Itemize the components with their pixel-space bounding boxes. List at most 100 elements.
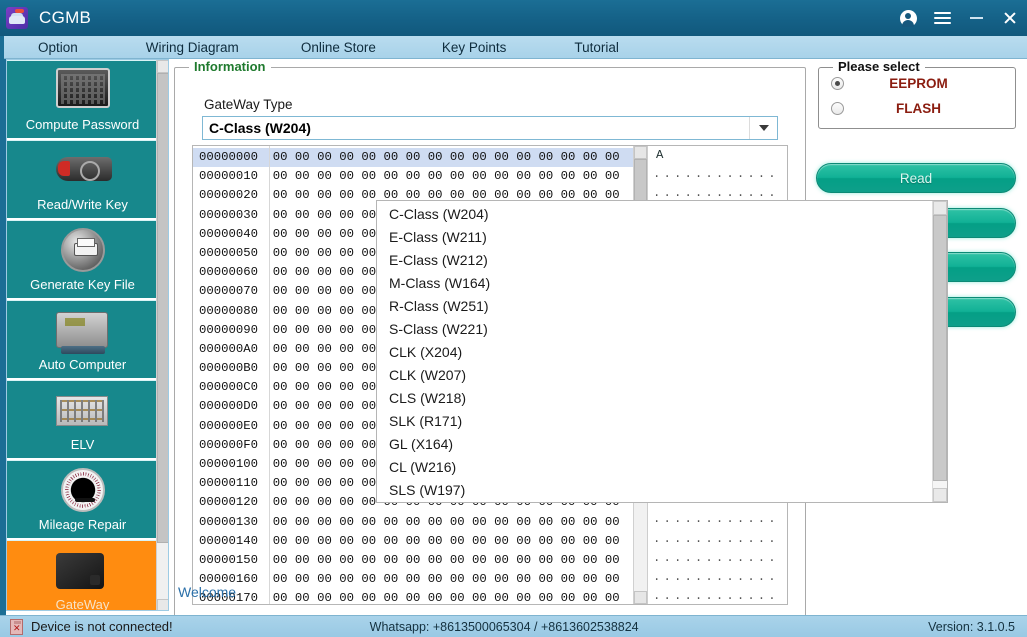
please-select-title: Please select [833, 59, 925, 74]
dropdown-option-0[interactable]: C-Class (W204) [377, 203, 932, 226]
sidebar-item-label: GateWay [7, 597, 158, 611]
minimize-icon[interactable] [959, 0, 993, 36]
gateway-type-combobox[interactable]: C-Class (W204) [202, 116, 778, 140]
hex-column-divider [269, 146, 270, 604]
radio-label: FLASH [844, 101, 1011, 116]
sidebar-item-gateway[interactable]: GateWay [7, 540, 158, 611]
sidebar-item-elv[interactable]: ELV [7, 380, 158, 460]
ecu-module-icon [56, 312, 108, 348]
menu-item-wiring-diagram[interactable]: Wiring Diagram [140, 36, 245, 59]
scroll-up-arrow-icon[interactable] [634, 146, 647, 159]
ascii-row[interactable]: ................ [648, 530, 775, 549]
hex-row[interactable]: 00000000 00 00 00 00 00 00 00 00 00 00 0… [193, 148, 633, 167]
sidebar-item-label: ELV [7, 437, 158, 452]
gateway-type-value: C-Class (W204) [203, 120, 311, 136]
dropdown-options[interactable]: C-Class (W204)E-Class (W211)E-Class (W21… [377, 201, 932, 502]
menu-item-option[interactable]: Option [32, 36, 84, 59]
close-icon[interactable] [993, 0, 1027, 36]
welcome-text: Welcome [178, 584, 236, 600]
gateway-type-label: GateWay Type [204, 97, 293, 112]
window-controls [891, 0, 1027, 36]
car-key-icon [56, 157, 112, 181]
chevron-down-icon[interactable] [749, 117, 777, 139]
read-button[interactable]: Read [816, 163, 1016, 193]
circuit-board-icon [56, 396, 108, 426]
scrollbar-thumb[interactable] [933, 215, 947, 481]
hex-row[interactable]: 00000130 00 00 00 00 00 00 00 00 00 00 0… [193, 513, 633, 532]
usb-disconnected-icon [10, 619, 23, 635]
dropdown-option-12[interactable]: SLS (W197) [377, 479, 932, 502]
dropdown-option-9[interactable]: SLK (R171) [377, 410, 932, 433]
status-bar: Device is not connected! Whatsapp: +8613… [0, 615, 1027, 637]
sidebar-item-generate-key-file[interactable]: Generate Key File [7, 220, 158, 300]
radio-option-eeprom[interactable]: EEPROM [831, 76, 1011, 91]
main-panel: Information GateWay Type C-Class (W204) … [174, 59, 806, 611]
information-group-title: Information [189, 59, 271, 74]
dropdown-option-1[interactable]: E-Class (W211) [377, 226, 932, 249]
hex-row[interactable]: 00000160 00 00 00 00 00 00 00 00 00 00 0… [193, 570, 633, 589]
contact-text: Whatsapp: +8613500065304 / +861360253882… [370, 620, 639, 634]
menu-item-tutorial[interactable]: Tutorial [568, 36, 625, 59]
sidebar-item-label: Mileage Repair [7, 517, 158, 532]
ascii-row[interactable]: ................ [648, 510, 775, 529]
odometer-gauge-icon [61, 468, 105, 512]
scroll-up-arrow-icon[interactable] [157, 60, 169, 73]
sidebar-item-compute-password[interactable]: Compute Password [7, 60, 158, 140]
scrollbar-thumb[interactable] [157, 73, 169, 543]
sidebar-item-label: Auto Computer [7, 357, 158, 372]
radio-label: EEPROM [844, 76, 1011, 91]
scroll-up-arrow-icon[interactable] [933, 201, 947, 215]
ascii-row[interactable]: ................ [648, 568, 775, 587]
dropdown-scrollbar[interactable] [932, 201, 947, 502]
menu-item-key-points[interactable]: Key Points [436, 36, 513, 59]
hex-row[interactable]: 00000010 00 00 00 00 00 00 00 00 00 00 0… [193, 167, 633, 186]
car-logo-icon [6, 7, 28, 29]
sidebar-scrollbar[interactable] [156, 60, 168, 611]
keyboard-icon [56, 68, 110, 108]
content-area: Compute Password Read/Write Key Generate… [0, 59, 1027, 615]
dropdown-option-5[interactable]: S-Class (W221) [377, 318, 932, 341]
sidebar-item-label: Generate Key File [7, 277, 158, 292]
sidebar-list: Compute Password Read/Write Key Generate… [7, 60, 158, 611]
title-bar: CGMB [0, 0, 1027, 36]
ascii-row[interactable]: ................ [648, 165, 775, 184]
dropdown-option-8[interactable]: CLS (W218) [377, 387, 932, 410]
sidebar-item-mileage-repair[interactable]: Mileage Repair [7, 460, 158, 540]
radio-button-icon[interactable] [831, 77, 844, 90]
ascii-row[interactable]: ................ [648, 587, 775, 604]
hex-row[interactable]: 00000140 00 00 00 00 00 00 00 00 00 00 0… [193, 532, 633, 551]
scroll-down-arrow-icon[interactable] [634, 591, 647, 604]
dropdown-option-7[interactable]: CLK (W207) [377, 364, 932, 387]
application-window: CGMB Option Wiring Diagram Online Store … [0, 0, 1027, 637]
ascii-row[interactable]: ................ [648, 549, 775, 568]
scroll-down-arrow-icon[interactable] [157, 599, 169, 611]
gateway-type-dropdown-list[interactable]: C-Class (W204)E-Class (W211)E-Class (W21… [376, 200, 948, 503]
sidebar-item-auto-computer[interactable]: Auto Computer [7, 300, 158, 380]
hex-row[interactable]: 00000150 00 00 00 00 00 00 00 00 00 00 0… [193, 551, 633, 570]
window-title: CGMB [39, 8, 91, 28]
dropdown-option-2[interactable]: E-Class (W212) [377, 249, 932, 272]
dropdown-option-11[interactable]: CL (W216) [377, 456, 932, 479]
dropdown-option-4[interactable]: R-Class (W251) [377, 295, 932, 318]
hex-row[interactable]: 00000170 00 00 00 00 00 00 00 00 00 00 0… [193, 589, 633, 604]
chip-module-icon [56, 553, 104, 589]
sidebar: Compute Password Read/Write Key Generate… [6, 59, 169, 611]
sidebar-item-read-write-key[interactable]: Read/Write Key [7, 140, 158, 220]
ascii-column-header: A [648, 146, 775, 165]
radio-button-icon[interactable] [831, 102, 844, 115]
dropdown-option-10[interactable]: GL (X164) [377, 433, 932, 456]
printer-icon [61, 228, 105, 272]
menu-bar: Option Wiring Diagram Online Store Key P… [0, 36, 1027, 59]
sidebar-item-label: Compute Password [7, 117, 158, 132]
dropdown-option-3[interactable]: M-Class (W164) [377, 272, 932, 295]
sidebar-item-label: Read/Write Key [7, 197, 158, 212]
dropdown-option-6[interactable]: CLK (X204) [377, 341, 932, 364]
account-icon[interactable] [891, 0, 925, 36]
menu-left-accent [0, 36, 4, 59]
device-status-text: Device is not connected! [31, 619, 173, 634]
please-select-groupbox: Please select EEPROM FLASH [818, 67, 1016, 129]
scroll-down-arrow-icon[interactable] [933, 488, 947, 502]
hamburger-menu-icon[interactable] [925, 0, 959, 36]
menu-item-online-store[interactable]: Online Store [295, 36, 382, 59]
radio-option-flash[interactable]: FLASH [831, 101, 1011, 116]
